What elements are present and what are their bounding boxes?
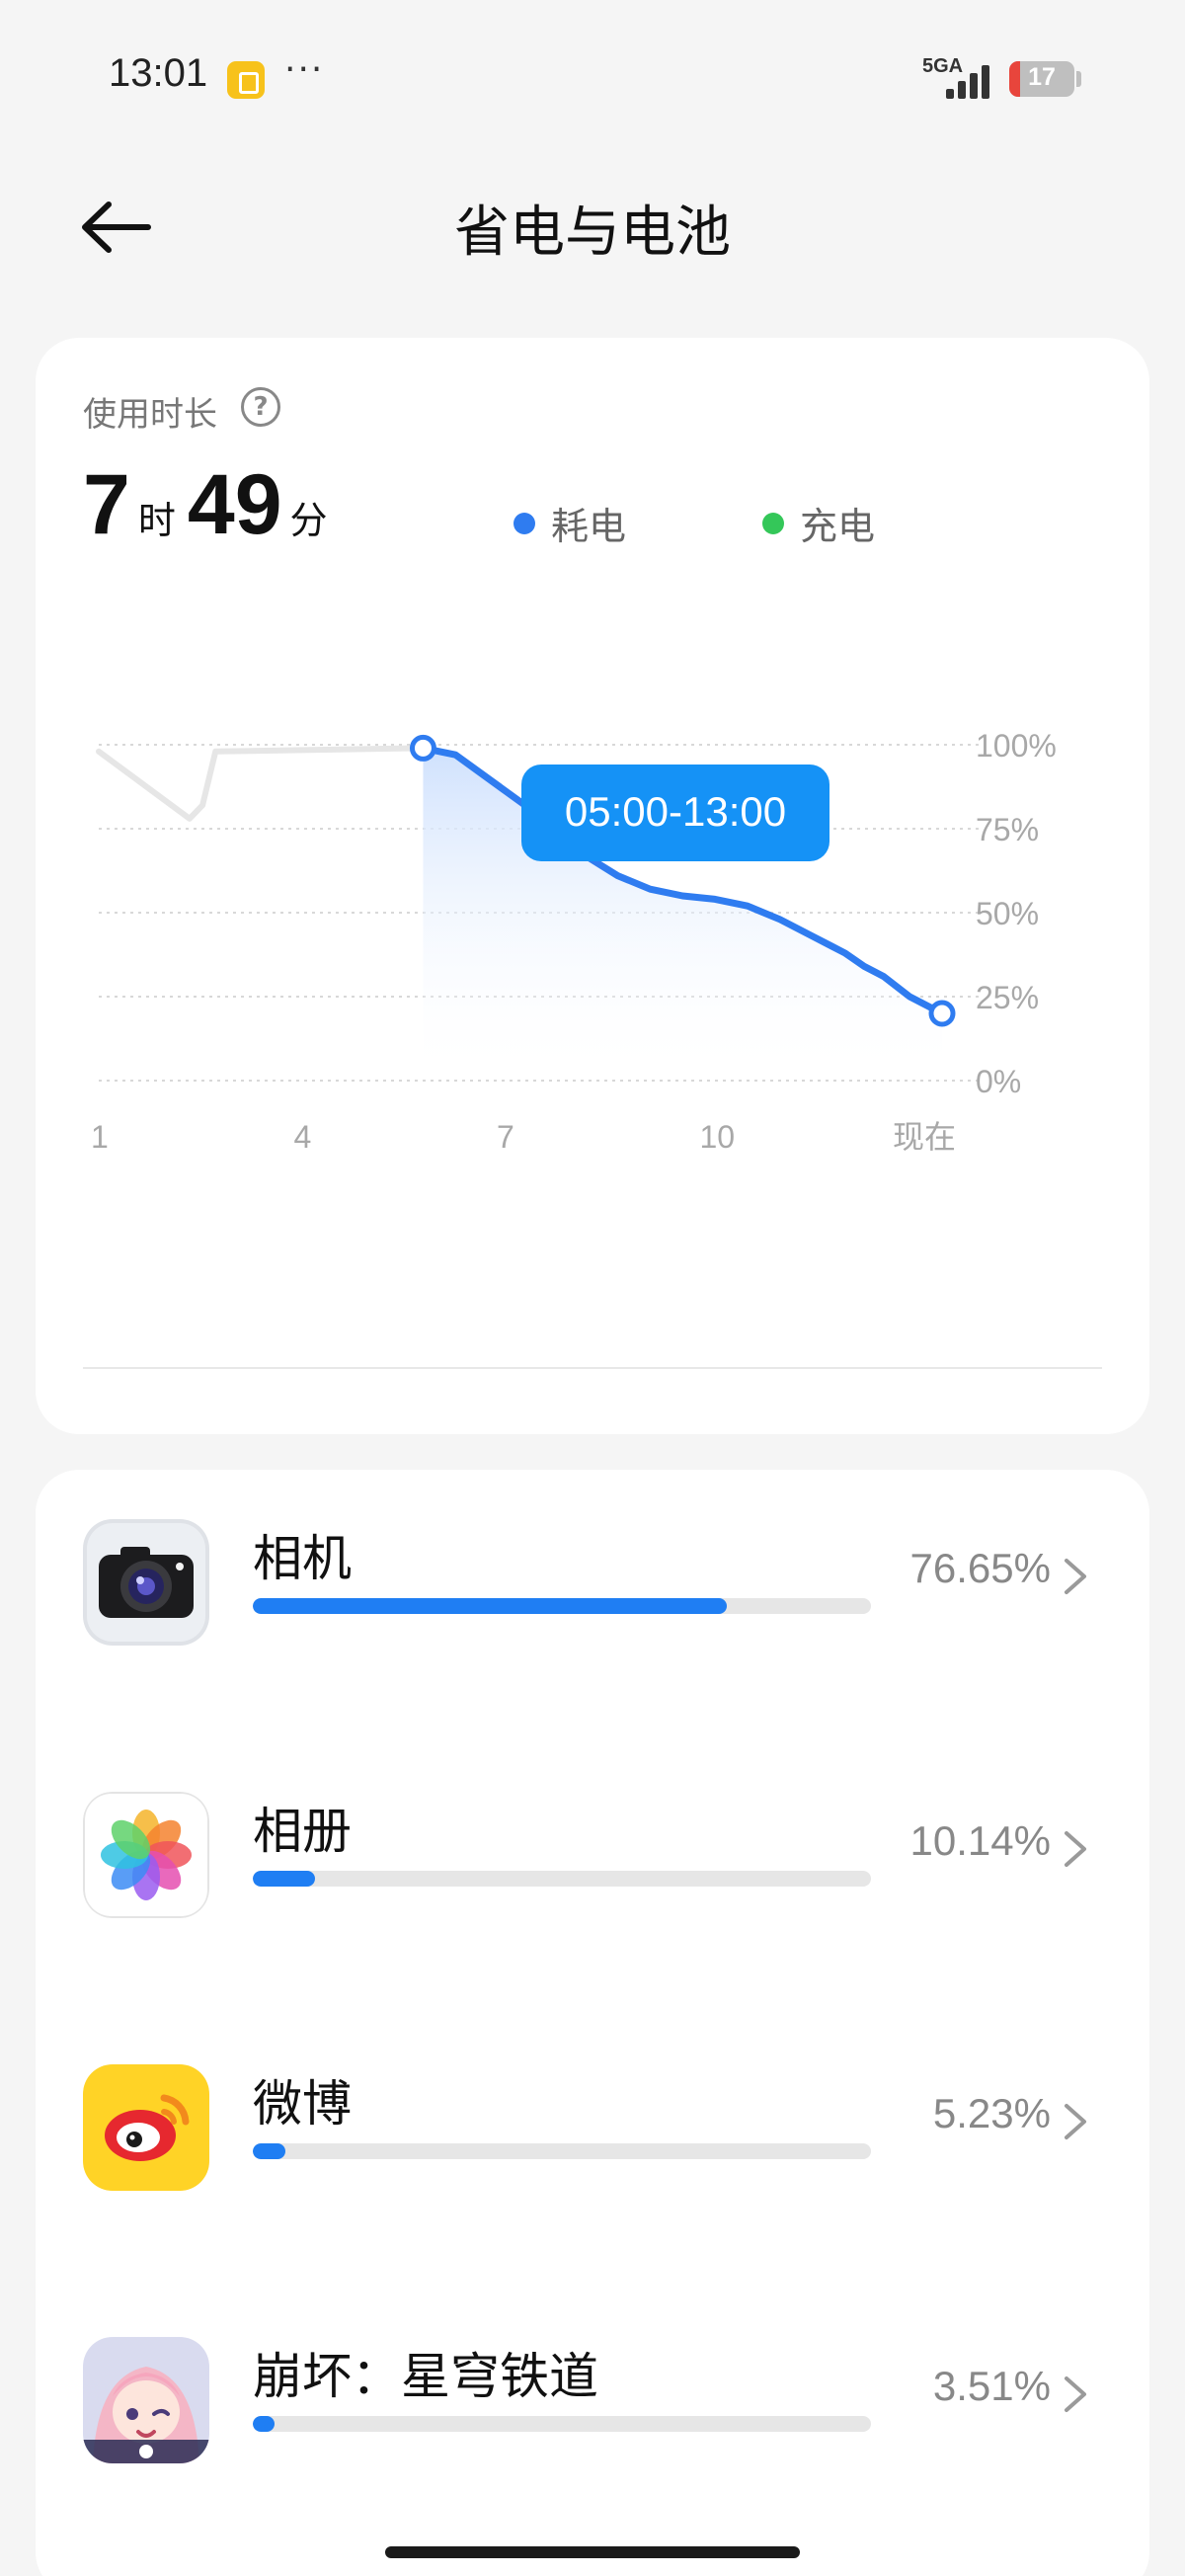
app-usage-percent: 10.14% [909,1817,1051,1864]
honkai-star-rail-app-icon [83,2337,209,2463]
app-row-camera[interactable]: 相机 76.65% [36,1489,1149,1687]
chevron-right-icon [1065,2104,1086,2139]
usage-duration: 7 时 49 分 [83,456,340,554]
usage-minutes: 49 [187,457,282,552]
y-tick-label: 50% [976,896,1039,931]
range-endpoint-marker [928,1000,956,1027]
legend-consumption-label: 耗电 [551,505,627,548]
usage-minutes-unit: 分 [289,499,328,542]
time-range-tooltip-text: 05:00-13:00 [565,788,786,835]
battery-level-chart[interactable]: 100% 75% 50% 25% 0% 1 4 7 10 现在 05:00-13:00 [36,654,1149,1365]
app-usage-percent: 3.51% [932,2363,1051,2409]
question-circle-icon[interactable]: ? [241,387,280,427]
camera-app-icon [83,1519,209,1646]
y-tick-label: 0% [976,1064,1021,1099]
x-tick-label: 7 [497,1119,514,1155]
usage-bar-track [253,2143,871,2159]
usage-bar-fill [253,1598,727,1614]
app-name: 相册 [253,1803,352,1860]
usage-duration-label: 使用时长 [83,395,217,435]
app-usage-percent: 5.23% [932,2090,1051,2136]
history-line [96,745,427,822]
y-tick-label: 25% [976,980,1039,1015]
card-divider [83,1367,1102,1369]
legend-charging: 充电 [762,496,875,550]
x-tick-label: 1 [91,1119,109,1155]
usage-bar-track [253,1598,871,1614]
header: 省电与电池 [0,168,1185,286]
app-name: 相机 [253,1530,352,1587]
gallery-app-icon [83,1792,209,1918]
y-tick-label: 75% [976,812,1039,847]
x-tick-label: 现在 [893,1119,956,1155]
usage-card: 使用时长 ? 7 时 49 分 耗电 充电 100% 75% 50% 25% 0% 1 4 7 10… [36,338,1149,1434]
x-tick-label: 4 [294,1119,312,1155]
page-title: 省电与电池 [454,201,731,265]
app-name: 崩坏：星穹铁道 [253,2348,598,2405]
usage-bar-fill [253,2416,275,2432]
battery-level-text: 17 [1028,63,1056,91]
battery-cap [1076,71,1081,87]
app-usage-list: 相机 76.65% 相册 10.14% 微博 5.23% 崩坏：星穹铁道 3.5… [36,1470,1149,2576]
legend-charging-label: 充电 [800,505,876,548]
usage-bar-track [253,2416,871,2432]
app-usage-percent: 76.65% [909,1545,1051,1591]
signal-strength-icon [946,59,995,99]
usage-bar-fill [253,1871,316,1887]
legend-charging-dot [762,512,784,534]
usage-hours-unit: 时 [137,499,176,542]
status-time: 13:01 [109,51,208,95]
app-row-weibo[interactable]: 微博 5.23% [36,2035,1149,2232]
legend-consumption-dot [514,512,535,534]
status-bar: 13:01 ··· 5GA 17 [0,0,1185,158]
usage-bar-fill [253,2143,285,2159]
usage-bar-track [253,1871,871,1887]
app-row-gallery[interactable]: 相册 10.14% [36,1762,1149,1960]
app-row-honkai-star-rail[interactable]: 崩坏：星穹铁道 3.51% [36,2307,1149,2505]
battery-icon: 17 [1009,61,1074,97]
app-name: 微博 [253,2075,352,2133]
chevron-right-icon [1065,2376,1086,2412]
weibo-app-icon [83,2064,209,2191]
chevron-right-icon [1065,1831,1086,1867]
legend-consumption: 耗电 [514,496,626,550]
usage-hours: 7 [83,457,130,552]
chevron-right-icon [1065,1559,1086,1594]
app-notification-icon [227,61,265,99]
range-endpoint-marker [409,734,436,762]
y-tick-label: 100% [976,728,1057,764]
more-notifications-indicator: ··· [284,49,325,90]
home-indicator[interactable] [385,2546,800,2558]
x-tick-label: 10 [700,1119,736,1155]
